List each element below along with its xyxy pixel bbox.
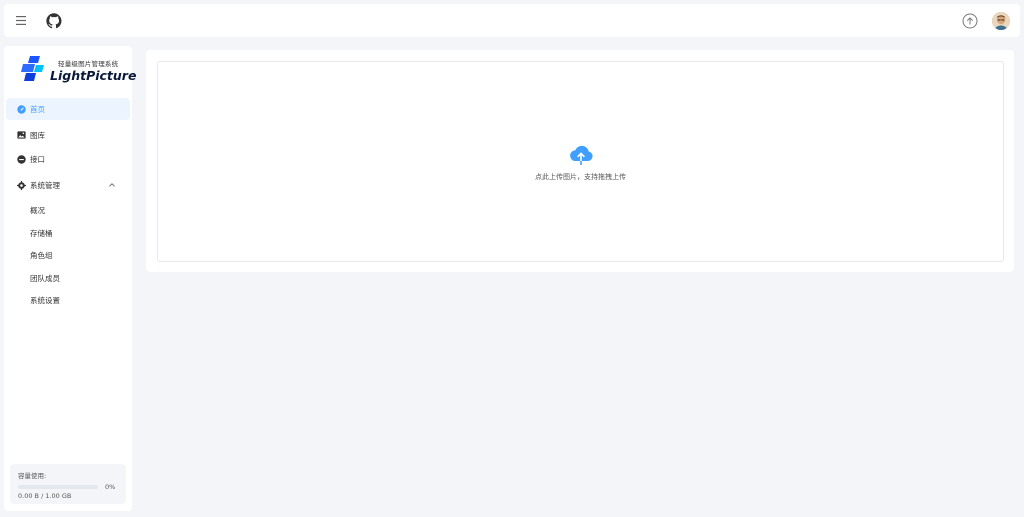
chevron-up-icon — [108, 181, 116, 189]
storage-usage-title: 容量使用: — [18, 472, 47, 480]
sidebar-item-api[interactable]: 接口 — [6, 148, 130, 170]
sidebar-subitem-label: 团队成员 — [30, 273, 60, 283]
sidebar-subitem-label: 系统设置 — [30, 295, 60, 305]
sidebar: 轻量级图片管理系统 LightPicture 首页 图库 接口 系统管理 概况 … — [4, 46, 136, 511]
api-icon — [17, 154, 26, 164]
top-bar — [4, 4, 1020, 37]
sidebar-subitem-buckets[interactable]: 存储桶 — [6, 223, 130, 243]
sidebar-subitem-label: 概况 — [30, 205, 45, 215]
brand-name: LightPicture — [50, 68, 137, 83]
user-avatar[interactable] — [992, 11, 1010, 30]
sidebar-subitem-settings[interactable]: 系统设置 — [6, 290, 130, 310]
logo-mark-icon — [21, 56, 44, 81]
storage-usage-size: 0.00 B / 1.00 GB — [18, 492, 72, 500]
upload-hint-text: 点此上传图片，支持拖拽上传 — [535, 173, 626, 181]
upload-circle-icon[interactable] — [962, 13, 978, 29]
brand-subtitle: 轻量级图片管理系统 — [58, 60, 119, 68]
dashboard-icon — [17, 104, 26, 114]
sidebar-item-system[interactable]: 系统管理 — [6, 174, 130, 196]
sidebar-item-label: 图库 — [30, 130, 45, 140]
upload-dropzone[interactable]: 点此上传图片，支持拖拽上传 — [157, 61, 1004, 262]
storage-usage-bar — [18, 485, 98, 489]
brand-logo[interactable]: 轻量级图片管理系统 LightPicture — [20, 55, 136, 85]
sidebar-item-label: 系统管理 — [30, 180, 60, 190]
cloud-upload-icon — [568, 144, 594, 166]
menu-icon[interactable] — [14, 14, 28, 28]
github-icon[interactable] — [46, 12, 62, 29]
gear-icon — [17, 180, 26, 190]
sidebar-item-gallery[interactable]: 图库 — [6, 124, 130, 146]
sidebar-subitem-label: 存储桶 — [30, 228, 53, 238]
upload-card: 点此上传图片，支持拖拽上传 — [146, 50, 1014, 272]
storage-usage-percent: 0% — [105, 483, 116, 491]
sidebar-subitem-overview[interactable]: 概况 — [6, 200, 130, 220]
sidebar-item-label: 接口 — [30, 154, 45, 164]
storage-usage-panel: 容量使用: 0% 0.00 B / 1.00 GB — [10, 464, 126, 504]
sidebar-subitem-label: 角色组 — [30, 250, 53, 260]
sidebar-subitem-roles[interactable]: 角色组 — [6, 245, 130, 265]
sidebar-item-home[interactable]: 首页 — [6, 98, 130, 120]
image-icon — [17, 131, 26, 140]
sidebar-item-label: 首页 — [30, 104, 45, 114]
sidebar-subitem-team[interactable]: 团队成员 — [6, 268, 130, 288]
